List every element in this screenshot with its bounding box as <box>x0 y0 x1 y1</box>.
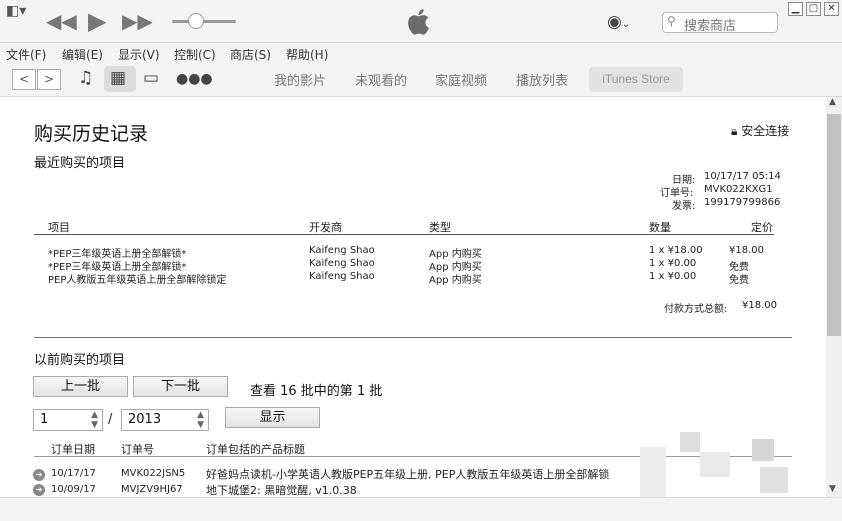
col-item: 项目 <box>48 221 70 234</box>
item-developer: Kaifeng Shao <box>309 271 375 282</box>
close-button[interactable]: ✕ <box>824 2 839 16</box>
recent-purchases-heading: 最近购买的项目 <box>34 156 126 171</box>
page-title: 购买历史记录 <box>34 123 149 145</box>
search-input[interactable]: ⚲ 搜索商店 <box>662 12 778 34</box>
total-label: 付款方式总额: <box>664 304 728 315</box>
volume-knob[interactable] <box>188 13 204 29</box>
play-icon[interactable]: ▶ <box>88 7 106 35</box>
minimize-button[interactable]: ▁ <box>788 2 803 16</box>
date-value: 10/17/17 05:14 <box>704 171 781 182</box>
sidebar-toggle-icon[interactable]: ◧▾ <box>6 3 26 19</box>
apple-logo-icon <box>408 9 429 35</box>
back-button[interactable]: < <box>12 69 36 90</box>
col-qty: 数量 <box>649 221 671 234</box>
item-price: ¥18.00 <box>729 245 764 256</box>
year-select[interactable]: 2013 ▲ ▼ <box>121 409 209 431</box>
items-header-divider <box>34 234 774 235</box>
section-divider <box>34 337 792 338</box>
col-price: 定价 <box>751 221 773 234</box>
history-products: 地下城堡2: 黑暗觉醒, v1.0.38 <box>206 484 357 497</box>
watermark-blur <box>640 447 666 497</box>
history-order: MVK022JSN5 <box>121 468 186 479</box>
film-icon[interactable]: ▦ <box>110 68 126 88</box>
col-order-number: 订单号 <box>121 443 154 456</box>
col-products: 订单包括的产品标题 <box>206 443 305 456</box>
item-developer: Kaifeng Shao <box>309 245 375 256</box>
previous-purchases-heading: 以前购买的项目 <box>34 353 126 368</box>
menu-controls[interactable]: 控制(C) <box>174 46 216 63</box>
watermark-blur <box>680 432 700 452</box>
item-qty: 1 x ¥0.00 <box>649 271 697 282</box>
history-date: 10/17/17 <box>51 468 96 479</box>
lock-icon: 🔒︎ <box>731 124 738 138</box>
col-type: 类型 <box>429 221 451 234</box>
stepper-icon: ▲ ▼ <box>197 410 204 430</box>
scroll-down-icon[interactable]: ▼ <box>829 484 836 494</box>
tab-playlists[interactable]: 播放列表 <box>516 70 568 89</box>
invoice-label: 发票: <box>672 201 696 212</box>
music-icon[interactable]: ♫ <box>78 68 93 88</box>
month-select[interactable]: 1 ▲ ▼ <box>33 409 103 431</box>
menu-store[interactable]: 商店(S) <box>230 46 271 63</box>
expand-arrow-icon[interactable]: ➜ <box>33 484 45 496</box>
account-icon[interactable]: ◉⌄ <box>607 12 630 32</box>
item-qty: 1 x ¥0.00 <box>649 258 697 269</box>
date-separator: / <box>108 412 113 427</box>
search-icon: ⚲ <box>667 14 676 28</box>
previous-batch-button[interactable]: 上一批 <box>33 376 128 397</box>
vertical-scrollbar[interactable]: ▲ ▼ <box>826 97 842 497</box>
previous-track-icon[interactable]: ◀◀ <box>46 9 77 33</box>
item-type: App 内购买 <box>429 275 482 286</box>
purchase-history-page: 购买历史记录 🔒︎ 安全连接 最近购买的项目 日期: 10/17/17 05:1… <box>0 97 826 497</box>
menu-edit[interactable]: 编辑(E) <box>62 46 103 63</box>
order-value: MVK022KXG1 <box>704 184 773 195</box>
item-price: 免费 <box>729 275 749 286</box>
scroll-up-icon[interactable]: ▲ <box>829 97 836 107</box>
tab-itunes-store[interactable]: iTunes Store <box>589 67 683 92</box>
history-header-divider <box>34 456 792 457</box>
maximize-button[interactable]: ▢ <box>806 2 821 16</box>
stepper-icon: ▲ ▼ <box>91 410 98 430</box>
history-products: 好爸妈点读机-小学英语人教版PEP五年级上册, PEP人教版五年级英语上册全部解… <box>206 468 610 481</box>
tv-icon[interactable]: ▭ <box>143 68 159 88</box>
total-value: ¥18.00 <box>742 300 777 311</box>
year-value: 2013 <box>128 412 162 427</box>
history-date: 10/09/17 <box>51 484 96 495</box>
scrollbar-thumb[interactable] <box>827 114 841 336</box>
status-bar <box>0 497 842 521</box>
watermark-blur <box>760 467 788 493</box>
search-placeholder: 搜索商店 <box>684 19 737 34</box>
col-developer: 开发商 <box>309 221 342 234</box>
expand-arrow-icon[interactable]: ➜ <box>33 469 45 481</box>
secure-connection: 🔒︎ 安全连接 <box>731 122 789 139</box>
month-value: 1 <box>40 412 49 427</box>
next-track-icon[interactable]: ▶▶ <box>122 9 153 33</box>
secure-label: 安全连接 <box>741 124 790 138</box>
title-bar: ◧▾ ◀◀ ▶ ▶▶ ◉⌄ ⚲ 搜索商店 ▁ ▢ ✕ <box>0 0 842 43</box>
col-order-date: 订单日期 <box>51 443 95 456</box>
menu-file[interactable]: 文件(F) <box>6 46 46 63</box>
watermark-blur <box>752 439 774 461</box>
menu-view[interactable]: 显示(V) <box>118 46 160 63</box>
item-name: PEP人教版五年级英语上册全部解除锁定 <box>48 275 227 286</box>
next-batch-button[interactable]: 下一批 <box>133 376 228 397</box>
invoice-value: 199179799866 <box>704 197 781 208</box>
tab-my-movies[interactable]: 我的影片 <box>274 70 326 89</box>
menu-help[interactable]: 帮助(H) <box>286 46 328 63</box>
volume-slider[interactable] <box>172 20 236 23</box>
forward-button[interactable]: > <box>37 69 61 90</box>
more-icon[interactable]: ●●● <box>176 71 213 87</box>
item-developer: Kaifeng Shao <box>309 258 375 269</box>
tab-unwatched[interactable]: 未观看的 <box>355 70 407 89</box>
item-qty: 1 x ¥18.00 <box>649 245 703 256</box>
tab-home-videos[interactable]: 家庭视频 <box>435 70 487 89</box>
show-button[interactable]: 显示 <box>225 407 320 428</box>
batch-indicator: 查看 16 批中的第 1 批 <box>250 384 383 399</box>
history-order: MVJZV9HJ67 <box>121 484 183 495</box>
watermark-blur <box>700 452 730 477</box>
